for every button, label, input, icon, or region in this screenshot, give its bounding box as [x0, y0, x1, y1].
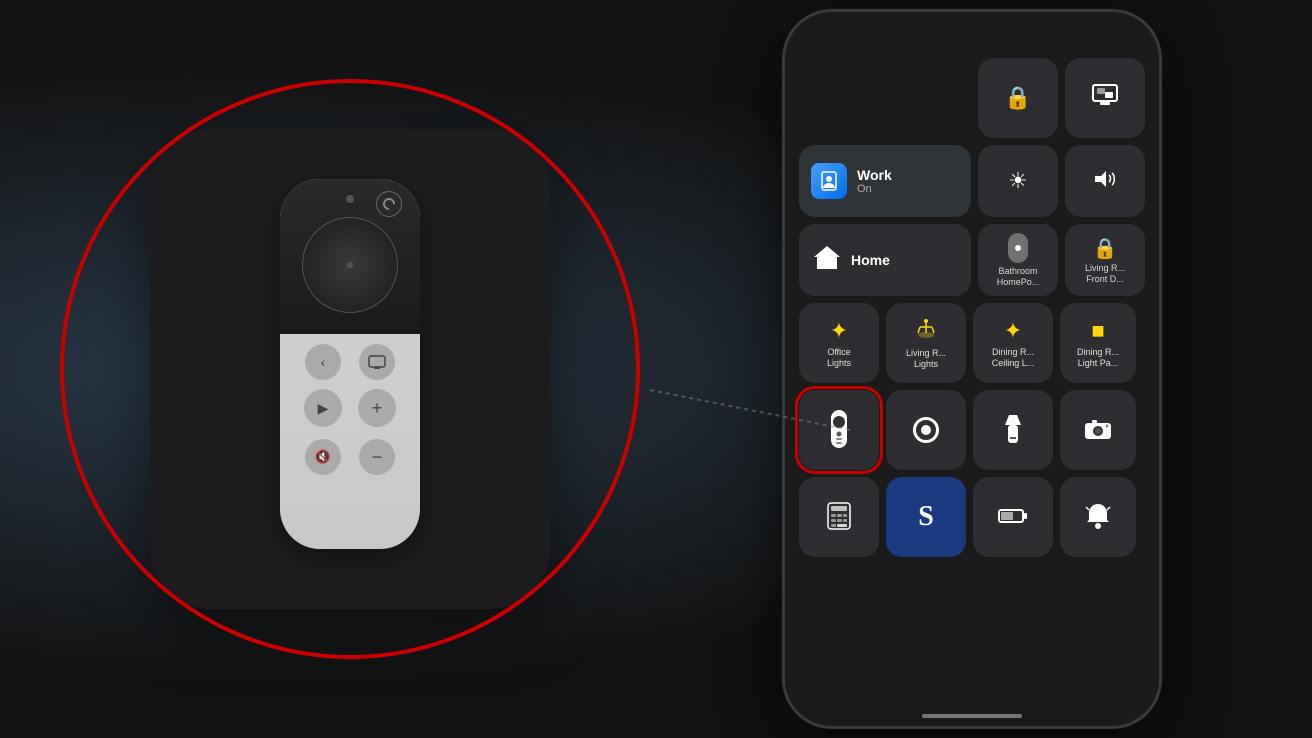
- brightness-tile[interactable]: ☀: [978, 145, 1058, 217]
- dining-ceiling-tile[interactable]: ✦ Dining R...Ceiling L...: [973, 303, 1053, 383]
- cc-row-2: Work On ☀: [799, 145, 1145, 217]
- work-title: Work: [857, 167, 892, 183]
- calculator-tile[interactable]: [799, 477, 879, 557]
- office-lights-label: OfficeLights: [827, 347, 851, 369]
- dining-ceiling-icon: ✦: [1004, 318, 1022, 344]
- work-text: Work On: [857, 167, 892, 195]
- remote-tile-wrapper: [799, 390, 879, 470]
- lock-icon: 🔒: [1093, 236, 1118, 261]
- living-front-door-tile[interactable]: 🔒 Living R...Front D...: [1065, 224, 1145, 296]
- office-lights-icon: ✦: [830, 318, 848, 344]
- office-lights-tile[interactable]: ✦ OfficeLights: [799, 303, 879, 383]
- right-section: 🔒: [632, 0, 1312, 738]
- cc-row-3: Home BathroomHomePo... 🔒 Living R...Fron…: [799, 224, 1145, 296]
- camera-tile[interactable]: [1060, 390, 1136, 470]
- living-front-door-label: Living R...Front D...: [1085, 263, 1125, 285]
- control-center: 🔒: [793, 52, 1151, 706]
- living-room-lights-label: Living R...Lights: [906, 348, 946, 370]
- home-indicator[interactable]: [922, 714, 1022, 718]
- lock-rotation-tile[interactable]: 🔒: [978, 58, 1058, 138]
- left-section: ‹ ▶ +: [0, 0, 700, 738]
- calculator-icon: [827, 502, 851, 533]
- dining-lightpa-label: Dining R...Light Pa...: [1077, 347, 1119, 369]
- homepod-icon: [1008, 233, 1028, 263]
- living-room-lights-tile[interactable]: Living R...Lights: [886, 303, 966, 383]
- record-tile[interactable]: [886, 390, 966, 470]
- work-status: On: [857, 183, 892, 195]
- cc-row-6: S: [799, 477, 1145, 557]
- screen-mirror-icon: [1092, 84, 1118, 112]
- dining-lightpa-icon: ■: [1091, 318, 1104, 344]
- iphone-frame: 🔒: [782, 9, 1162, 729]
- camera-icon: [1084, 418, 1112, 443]
- work-avatar-icon: [811, 163, 847, 199]
- announce-icon: [1085, 502, 1111, 533]
- bathroom-label: BathroomHomePo...: [997, 266, 1040, 288]
- brightness-icon: ☀: [1008, 168, 1028, 194]
- dining-lightpa-tile[interactable]: ■ Dining R...Light Pa...: [1060, 303, 1136, 383]
- notch: [912, 12, 1032, 40]
- lock-rotation-icon: 🔒: [1004, 85, 1031, 111]
- flashlight-tile[interactable]: [973, 390, 1053, 470]
- record-icon: [913, 417, 939, 443]
- volume-tile[interactable]: [1065, 145, 1145, 217]
- living-room-lights-icon: [914, 317, 938, 345]
- home-tile[interactable]: Home: [799, 224, 971, 296]
- shazam-icon: S: [918, 501, 934, 533]
- volume-icon: [1094, 170, 1116, 193]
- dining-ceiling-label: Dining R...Ceiling L...: [992, 347, 1035, 369]
- bathroom-homepod-tile[interactable]: BathroomHomePo...: [978, 224, 1058, 296]
- cc-row-1: 🔒: [799, 58, 1145, 138]
- shazam-tile[interactable]: S: [886, 477, 966, 557]
- cc-row-4: ✦ OfficeLights: [799, 303, 1145, 383]
- remote-icon: [829, 410, 849, 451]
- home-label: Home: [851, 252, 890, 268]
- remote-tile[interactable]: [799, 390, 879, 470]
- announce-tile[interactable]: [1060, 477, 1136, 557]
- screen-mirror-tile[interactable]: [1065, 58, 1145, 138]
- red-circle-highlight: [60, 79, 640, 659]
- battery-icon: [998, 507, 1028, 528]
- cc-row-5: [799, 390, 1145, 470]
- work-focus-tile[interactable]: Work On: [799, 145, 971, 217]
- flashlight-icon: [1003, 415, 1023, 446]
- home-icon: [813, 244, 841, 277]
- battery-tile[interactable]: [973, 477, 1053, 557]
